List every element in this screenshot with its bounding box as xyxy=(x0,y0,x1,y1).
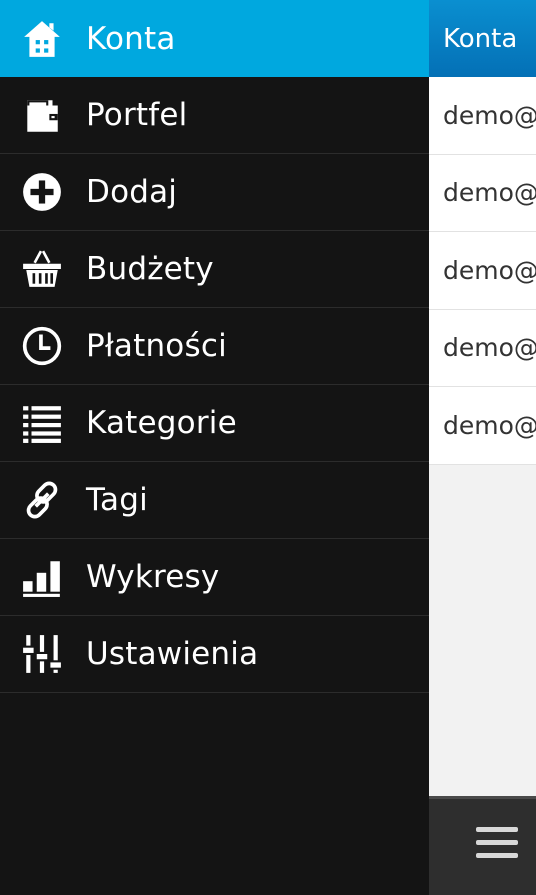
account-row[interactable]: demo@ xyxy=(429,77,536,155)
plus-circle-icon xyxy=(20,170,64,214)
drawer-item-label: Portfel xyxy=(86,97,188,133)
main-screen: Konta demo@ demo@ demo@ demo@ demo@ xyxy=(429,0,536,895)
drawer-item-label: Ustawienia xyxy=(86,636,259,672)
list-icon xyxy=(20,401,64,445)
sliders-icon xyxy=(20,632,64,676)
drawer-item-label: Dodaj xyxy=(86,174,178,210)
drawer-item-portfel[interactable]: Portfel xyxy=(0,77,429,154)
action-bar xyxy=(429,796,536,895)
clock-icon xyxy=(20,324,64,368)
drawer-item-label: Budżety xyxy=(86,251,214,287)
account-name: demo@ xyxy=(443,255,536,285)
account-row[interactable]: demo@ xyxy=(429,309,536,387)
drawer-item-label: Tagi xyxy=(86,482,148,518)
account-row[interactable]: demo@ xyxy=(429,232,536,310)
drawer-item-dodaj[interactable]: Dodaj xyxy=(0,154,429,231)
drawer-item-platnosci[interactable]: Płatności xyxy=(0,308,429,385)
wallet-icon xyxy=(20,93,64,137)
drawer-item-tagi[interactable]: Tagi xyxy=(0,462,429,539)
drawer-item-konta[interactable]: Konta xyxy=(0,0,429,77)
account-row[interactable]: demo@ xyxy=(429,154,536,232)
drawer-item-kategorie[interactable]: Kategorie xyxy=(0,385,429,462)
main-title-bar: Konta xyxy=(429,0,536,77)
page-title: Konta xyxy=(443,23,518,54)
account-name: demo@ xyxy=(443,410,536,440)
link-icon xyxy=(20,478,64,522)
drawer-item-label: Płatności xyxy=(86,328,227,364)
drawer-item-ustawienia[interactable]: Ustawienia xyxy=(0,616,429,693)
basket-icon xyxy=(20,247,64,291)
account-name: demo@ xyxy=(443,100,536,130)
hamburger-menu-icon xyxy=(476,827,518,858)
account-name: demo@ xyxy=(443,178,536,208)
drawer-item-budzety[interactable]: Budżety xyxy=(0,231,429,308)
navigation-drawer: Konta Portfel Dodaj Budżety Płatności Ka… xyxy=(0,0,429,895)
account-row[interactable]: demo@ xyxy=(429,387,536,465)
bar-chart-icon xyxy=(20,555,64,599)
overflow-menu-button[interactable] xyxy=(476,827,518,867)
drawer-item-label: Konta xyxy=(86,20,176,57)
account-name: demo@ xyxy=(443,333,536,363)
home-icon xyxy=(20,17,64,61)
drawer-item-label: Kategorie xyxy=(86,405,237,441)
drawer-item-label: Wykresy xyxy=(86,559,220,595)
drawer-item-wykresy[interactable]: Wykresy xyxy=(0,539,429,616)
